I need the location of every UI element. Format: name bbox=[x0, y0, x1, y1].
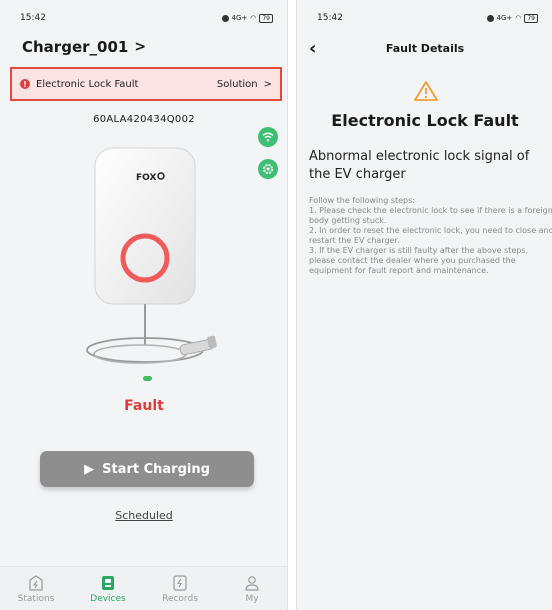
start-charging-label: Start Charging bbox=[102, 461, 210, 477]
step-item: 2. In order to reset the electronic lock… bbox=[309, 226, 552, 245]
fault-title: Electronic Lock Fault bbox=[331, 111, 519, 130]
chevron-right-icon: > bbox=[134, 39, 147, 55]
device-screen: 15:42 4G+ ◠ 79 Charger_001 > ! Electroni… bbox=[0, 0, 288, 610]
status-icons: 4G+ ◠ 79 bbox=[221, 13, 273, 23]
start-charging-button[interactable]: ▶ Start Charging bbox=[40, 451, 254, 487]
tab-stations[interactable]: Stations bbox=[0, 567, 72, 610]
status-bar: 15:42 4G+ ◠ 79 bbox=[297, 0, 552, 36]
wifi-status-icon: ◠ bbox=[515, 14, 522, 22]
records-icon bbox=[172, 574, 188, 592]
settings-button[interactable] bbox=[258, 159, 278, 179]
battery-icon: 79 bbox=[259, 13, 273, 23]
user-icon bbox=[244, 574, 260, 592]
bottom-tab-bar: Stations Devices Records My bbox=[0, 566, 287, 610]
alarm-icon bbox=[486, 14, 494, 22]
solution-link[interactable]: Solution > bbox=[217, 79, 272, 90]
status-bar: 15:42 4G+ ◠ 79 bbox=[0, 0, 287, 36]
device-name: Charger_001 bbox=[22, 38, 129, 56]
tab-devices[interactable]: Devices bbox=[72, 567, 144, 610]
device-icon bbox=[100, 574, 116, 592]
fault-steps: Follow the following steps: 1. Please ch… bbox=[309, 196, 552, 276]
steps-heading: Follow the following steps: bbox=[309, 196, 415, 205]
fault-details-screen: 15:42 4G+ ◠ 79 ‹ Fault Details Electroni… bbox=[296, 0, 552, 610]
fault-description: Abnormal electronic lock signal of the E… bbox=[309, 149, 530, 182]
tab-label: Records bbox=[162, 593, 198, 604]
tab-label: Devices bbox=[90, 593, 126, 604]
tab-label: My bbox=[245, 593, 259, 604]
charger-image: FOX bbox=[40, 140, 250, 380]
gear-icon bbox=[263, 164, 273, 174]
station-icon bbox=[28, 574, 44, 592]
signal-label: 4G+ bbox=[231, 14, 248, 22]
charger-status: Fault bbox=[124, 398, 164, 414]
wifi-status-icon: ◠ bbox=[250, 14, 257, 22]
warning-icon bbox=[414, 81, 438, 101]
tab-my[interactable]: My bbox=[216, 567, 287, 610]
status-time: 15:42 bbox=[20, 13, 46, 23]
chevron-right-icon: > bbox=[263, 78, 272, 90]
step-item: 3. If the EV charger is still faulty aft… bbox=[309, 246, 529, 275]
battery-icon: 79 bbox=[524, 13, 538, 23]
status-time: 15:42 bbox=[317, 13, 343, 23]
fault-message: Electronic Lock Fault bbox=[36, 78, 139, 90]
alarm-icon bbox=[221, 14, 229, 22]
status-icons: 4G+ ◠ 79 bbox=[486, 13, 538, 23]
wifi-button[interactable] bbox=[258, 127, 278, 147]
solution-label: Solution bbox=[216, 78, 258, 90]
device-title[interactable]: Charger_001 > bbox=[22, 38, 146, 56]
charger-brand: FOX bbox=[136, 173, 156, 183]
play-icon: ▶ bbox=[84, 461, 95, 477]
tab-records[interactable]: Records bbox=[144, 567, 216, 610]
page-title: Fault Details bbox=[385, 42, 465, 55]
scheduled-link[interactable]: Scheduled bbox=[0, 509, 287, 522]
signal-label: 4G+ bbox=[496, 14, 513, 22]
tab-label: Stations bbox=[17, 593, 55, 604]
serial-number: 60ALA420434Q002 bbox=[93, 114, 195, 125]
fault-banner[interactable]: ! Electronic Lock Fault Solution > bbox=[10, 67, 282, 101]
status-led bbox=[143, 376, 152, 381]
wifi-icon bbox=[262, 132, 274, 142]
error-icon: ! bbox=[20, 79, 30, 89]
step-item: 1. Please check the electronic lock to s… bbox=[309, 206, 552, 225]
